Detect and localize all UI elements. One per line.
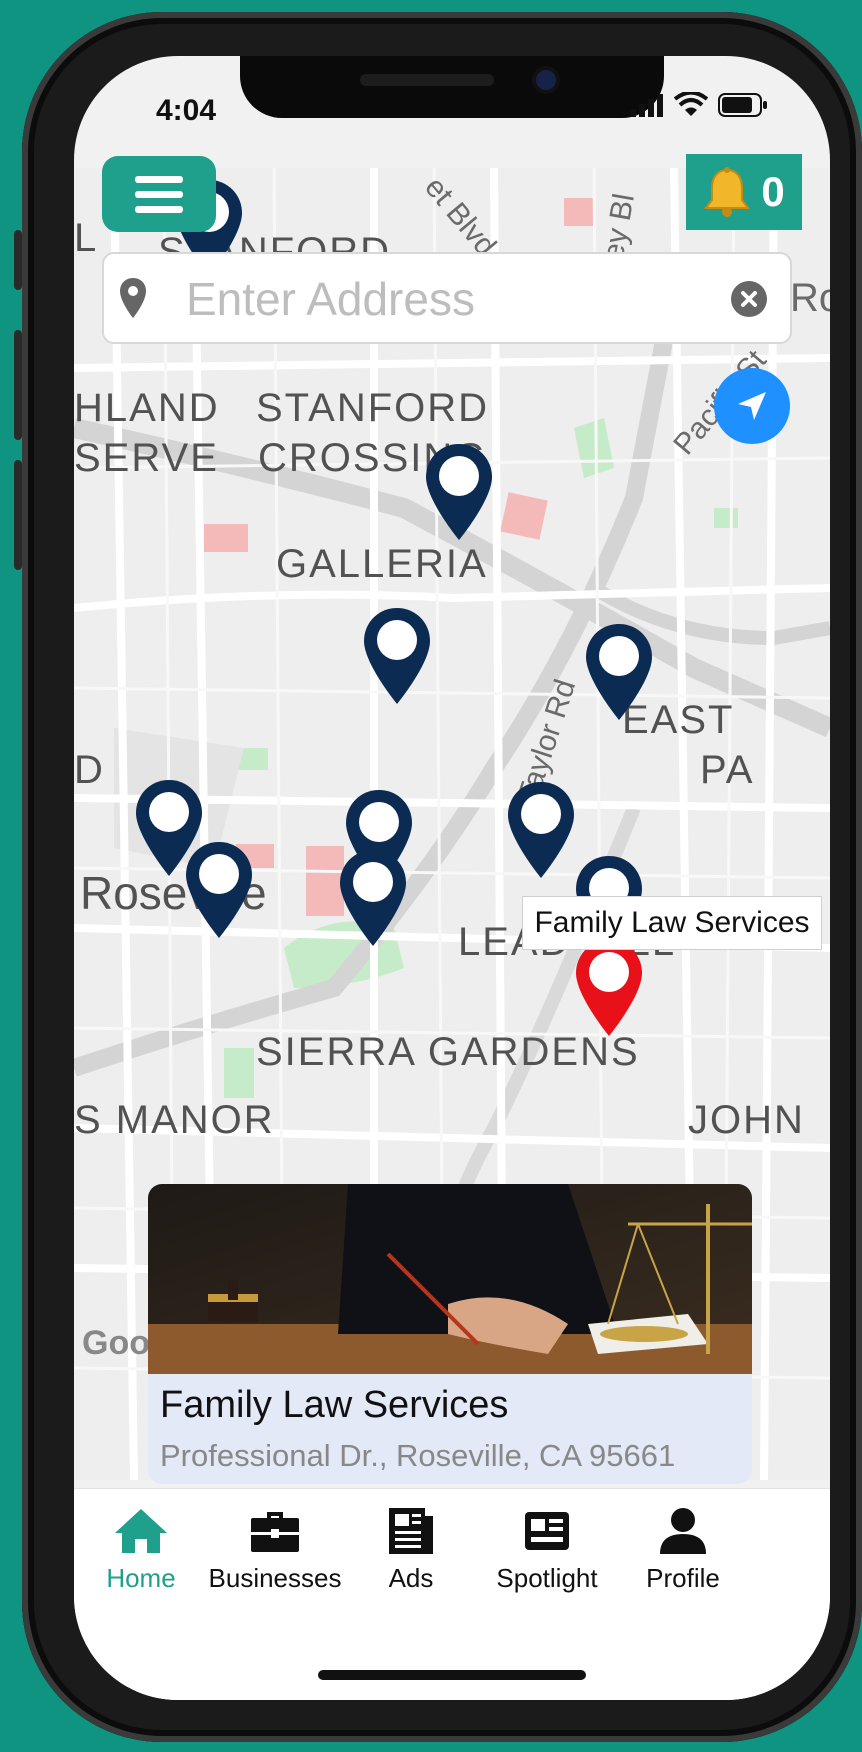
map-pin[interactable] (338, 848, 408, 948)
map-pin-selected[interactable] (574, 938, 644, 1038)
tab-label: Home (106, 1563, 176, 1593)
google-logo: Goo (82, 1324, 150, 1362)
cellular-signal-icon (630, 94, 663, 117)
map-label-d: D (74, 748, 105, 792)
user-icon (660, 1508, 706, 1554)
tab-label: Businesses (208, 1563, 342, 1593)
tab-home[interactable]: Home (74, 1503, 216, 1594)
map-label-john: JOHN (688, 1098, 805, 1142)
tab-ads[interactable]: Ads (336, 1503, 486, 1594)
map-label-east-pa: PA (700, 748, 755, 792)
tab-businesses[interactable]: Businesses (200, 1503, 350, 1594)
home-icon (115, 1509, 167, 1553)
map-label-stanford-crossing: STANFORD (256, 386, 490, 430)
business-name: Family Law Services (160, 1384, 509, 1426)
tab-label: Spotlight (496, 1563, 598, 1593)
speaker (360, 74, 494, 86)
volume-down-button (14, 460, 22, 570)
bottom-tab-bar: Home Businesses Ads Spotlight Profile (74, 1488, 830, 1700)
map-pin[interactable] (424, 442, 494, 542)
battery-icon (718, 93, 767, 117)
tab-spotlight[interactable]: Spotlight (472, 1503, 622, 1594)
volume-up-button (14, 330, 22, 440)
tab-label: Profile (646, 1563, 720, 1593)
map-pin[interactable] (506, 780, 576, 880)
briefcase-icon (251, 1512, 299, 1552)
business-address: Professional Dr., Roseville, CA 95661 (160, 1438, 676, 1473)
map-label-highland-reserve: SERVE (74, 436, 219, 480)
menu-button[interactable] (102, 156, 216, 232)
hamburger-icon (135, 175, 183, 183)
map-label-highland: HLAND (74, 386, 220, 430)
business-card[interactable]: Family Law Services Professional Dr., Ro… (148, 1184, 752, 1484)
map-pin[interactable] (584, 622, 654, 722)
map-pin[interactable] (362, 606, 432, 706)
map-label-galleria: GALLERIA (276, 542, 488, 586)
address-input[interactable] (184, 268, 708, 330)
address-search-bar[interactable] (102, 252, 792, 344)
map-pin[interactable] (184, 840, 254, 940)
camera-notch (240, 56, 664, 118)
locate-me-button[interactable] (714, 368, 790, 444)
hamburger-icon-line (135, 190, 183, 198)
clear-icon[interactable] (730, 280, 768, 318)
pin-tooltip[interactable]: Family Law Services (522, 896, 822, 950)
location-pin-icon (120, 278, 146, 318)
status-icons (630, 92, 768, 118)
business-image (148, 1184, 752, 1374)
status-time: 4:04 (156, 94, 217, 127)
map-label-manor: S MANOR (74, 1098, 275, 1142)
newspaper-icon (389, 1508, 433, 1554)
notification-button[interactable]: 0 (686, 154, 802, 230)
map-label-l: L (74, 216, 99, 260)
front-camera (536, 70, 556, 90)
side-button (14, 230, 22, 290)
map-label-ro: Ro (790, 276, 830, 320)
spotlight-icon (525, 1512, 569, 1550)
notification-count: 0 (761, 168, 785, 215)
navigation-arrow-icon (738, 392, 766, 420)
tab-profile[interactable]: Profile (608, 1503, 758, 1594)
bell-icon (704, 167, 751, 217)
wifi-icon (674, 92, 708, 116)
tab-label: Ads (388, 1563, 434, 1593)
hamburger-icon-line (135, 205, 183, 213)
phone-screen: STANFORD L HLAND SERVE STANFORD CROSSING… (74, 56, 830, 1700)
home-indicator (318, 1670, 586, 1680)
